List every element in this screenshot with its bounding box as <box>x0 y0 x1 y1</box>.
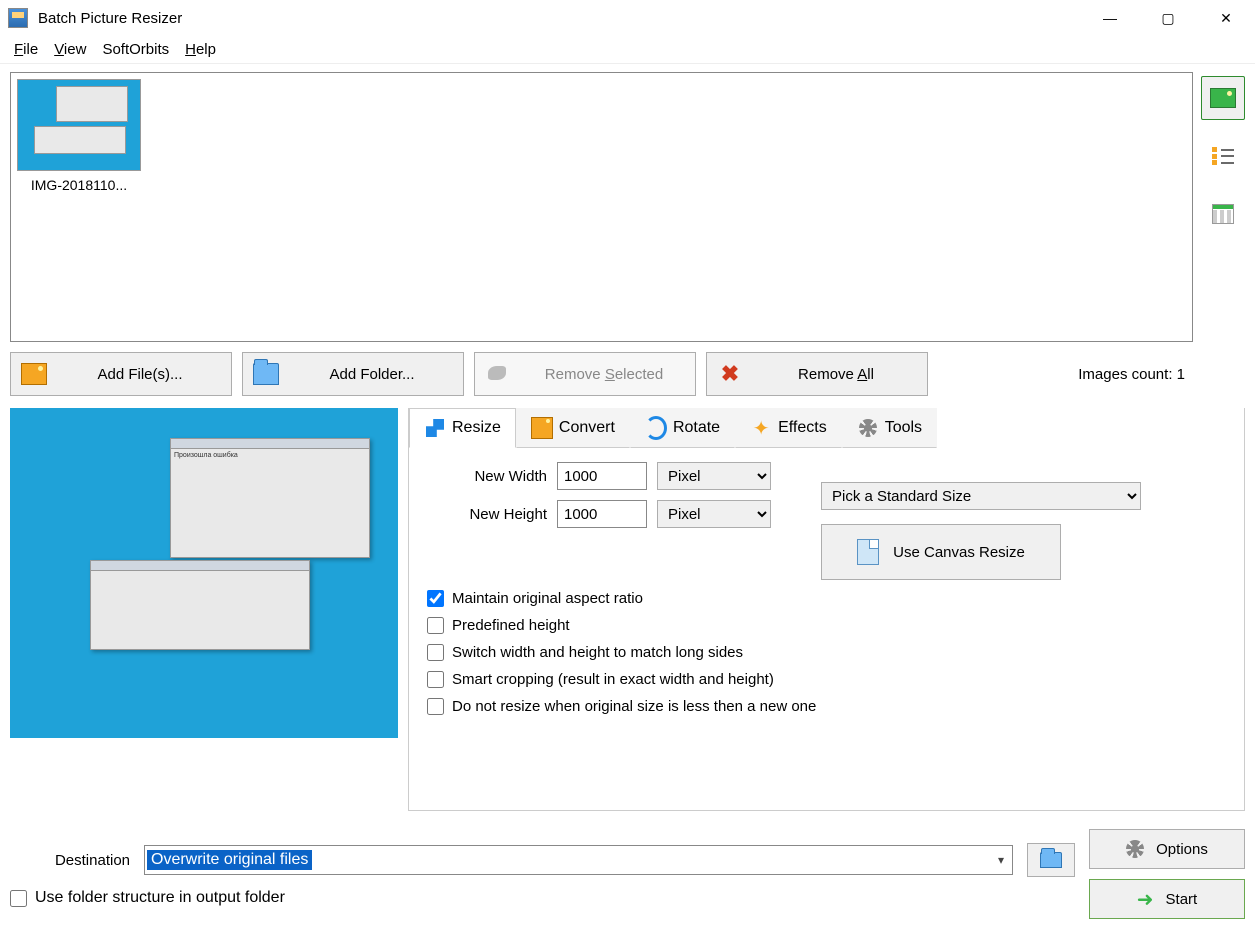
close-button[interactable]: ✕ <box>1197 0 1255 36</box>
maximize-button[interactable]: ▢ <box>1139 0 1197 36</box>
actions-row: Add File(s)... Add Folder... Remove Sele… <box>10 352 1245 396</box>
menu-softorbits[interactable]: SoftOrbits <box>94 39 177 60</box>
remove-all-label: Remove All <box>755 366 917 383</box>
view-toolbar <box>1201 72 1245 342</box>
menubar: File View SoftOrbits Help <box>0 36 1255 64</box>
gear-icon <box>1126 840 1144 858</box>
view-thumbnails-button[interactable] <box>1201 76 1245 120</box>
brush-icon <box>485 363 511 385</box>
switch-wh-label: Switch width and height to match long si… <box>452 644 743 661</box>
minimize-button[interactable]: — <box>1081 0 1139 36</box>
tab-resize[interactable]: Resize <box>409 408 516 448</box>
predefined-height-checkbox[interactable] <box>427 617 444 634</box>
view-details-button[interactable] <box>1201 192 1245 236</box>
add-folder-label: Add Folder... <box>291 366 453 383</box>
browse-button[interactable] <box>1027 843 1075 877</box>
remove-all-button[interactable]: ✖ Remove All <box>706 352 928 396</box>
thumbnails-panel[interactable]: IMG-2018110... <box>10 72 1193 342</box>
settings-pane: Resize Convert Rotate Effects Tools New … <box>408 408 1245 811</box>
width-unit-select[interactable]: Pixel <box>657 462 771 490</box>
grid-icon <box>1212 204 1234 224</box>
images-count: Images count: 1 <box>1078 366 1245 383</box>
no-upscale-label: Do not resize when original size is less… <box>452 698 816 715</box>
predefined-height-label: Predefined height <box>452 617 570 634</box>
height-unit-select[interactable]: Pixel <box>657 500 771 528</box>
titlebar: Batch Picture Resizer — ▢ ✕ <box>0 0 1255 36</box>
play-icon: ➜ <box>1137 887 1154 912</box>
add-files-label: Add File(s)... <box>59 366 221 383</box>
folder-icon <box>1040 852 1062 868</box>
smart-crop-label: Smart cropping (result in exact width an… <box>452 671 774 688</box>
preview-image: Произошла ошибка <box>10 408 398 738</box>
add-files-button[interactable]: Add File(s)... <box>10 352 232 396</box>
destination-value: Overwrite original files <box>147 850 312 870</box>
destination-label: Destination <box>10 852 130 869</box>
thumbnail-item[interactable]: IMG-2018110... <box>17 79 141 193</box>
tab-tools[interactable]: Tools <box>842 408 937 448</box>
image-icon <box>21 363 47 385</box>
canvas-resize-button[interactable]: Use Canvas Resize <box>821 524 1061 580</box>
resize-icon <box>424 417 446 439</box>
tools-icon <box>857 417 879 439</box>
tab-rotate[interactable]: Rotate <box>630 408 735 448</box>
folder-structure-checkbox[interactable] <box>10 890 27 907</box>
new-width-input[interactable] <box>557 462 647 490</box>
standard-size-select[interactable]: Pick a Standard Size <box>821 482 1141 510</box>
new-height-label: New Height <box>427 506 547 523</box>
tabstrip: Resize Convert Rotate Effects Tools <box>409 408 1244 448</box>
tab-effects[interactable]: Effects <box>735 408 842 448</box>
remove-selected-button[interactable]: Remove Selected <box>474 352 696 396</box>
new-height-input[interactable] <box>557 500 647 528</box>
view-list-button[interactable] <box>1201 134 1245 178</box>
menu-file[interactable]: File <box>6 39 46 60</box>
folder-icon <box>253 363 279 385</box>
tab-convert[interactable]: Convert <box>516 408 630 448</box>
list-icon <box>1212 147 1234 165</box>
folder-structure-label: Use folder structure in output folder <box>35 889 285 907</box>
no-upscale-checkbox[interactable] <box>427 698 444 715</box>
x-icon: ✖ <box>717 363 743 385</box>
smart-crop-checkbox[interactable] <box>427 671 444 688</box>
page-icon <box>857 539 879 565</box>
remove-selected-label: Remove Selected <box>523 366 685 383</box>
add-folder-button[interactable]: Add Folder... <box>242 352 464 396</box>
switch-wh-checkbox[interactable] <box>427 644 444 661</box>
thumbnail-image <box>17 79 141 171</box>
maintain-ratio-checkbox[interactable] <box>427 590 444 607</box>
resize-tab-body: New Width Pixel New Height Pixel Pick a … <box>409 448 1244 810</box>
effects-icon <box>750 417 772 439</box>
rotate-icon <box>645 417 667 439</box>
destination-select[interactable]: Overwrite original files ▾ <box>144 845 1013 875</box>
menu-view[interactable]: View <box>46 39 94 60</box>
app-icon <box>8 8 28 28</box>
image-icon <box>1210 88 1236 108</box>
convert-icon <box>531 417 553 439</box>
menu-help[interactable]: Help <box>177 39 224 60</box>
window-title: Batch Picture Resizer <box>38 10 182 27</box>
options-button[interactable]: Options <box>1089 829 1245 869</box>
chevron-down-icon: ▾ <box>998 853 1004 867</box>
thumbnail-caption: IMG-2018110... <box>31 177 127 193</box>
new-width-label: New Width <box>427 468 547 485</box>
start-button[interactable]: ➜Start <box>1089 879 1245 919</box>
maintain-ratio-label: Maintain original aspect ratio <box>452 590 643 607</box>
